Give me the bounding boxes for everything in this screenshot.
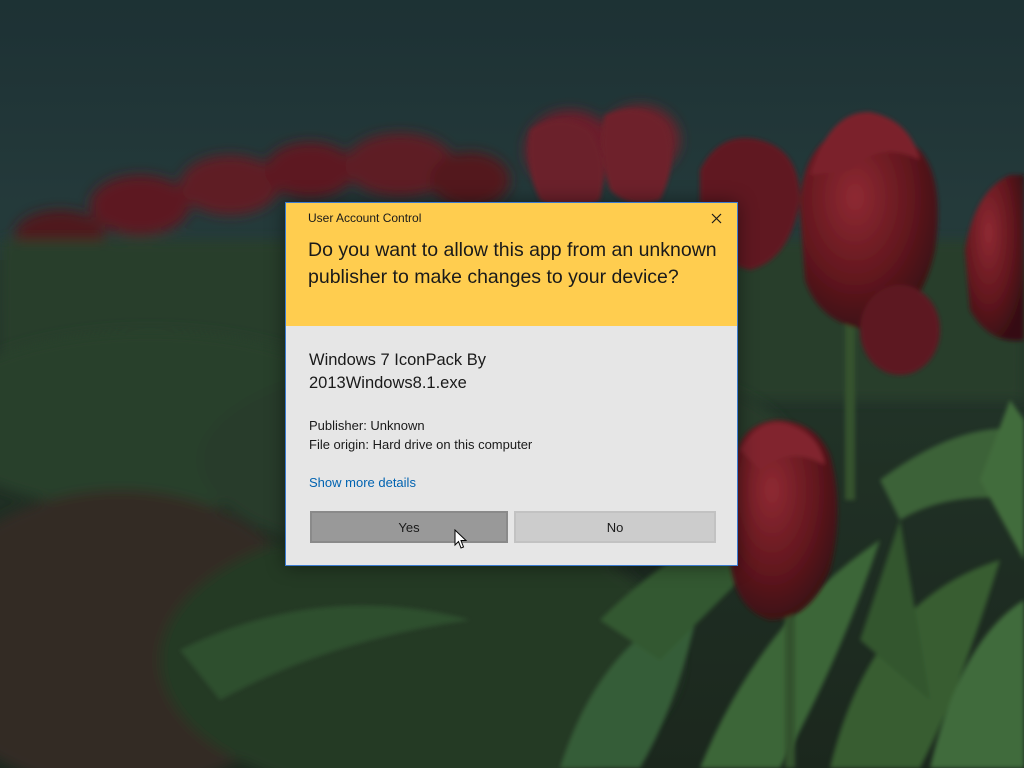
mouse-pointer-icon [454,529,468,549]
show-more-details-link[interactable]: Show more details [309,475,416,490]
yes-button[interactable]: Yes [310,511,508,543]
app-meta: Publisher: Unknown File origin: Hard dri… [309,416,532,454]
dialog-header: User Account Control Do you want to allo… [286,203,737,326]
file-origin-text: File origin: Hard drive on this computer [309,437,533,452]
publisher-text: Publisher: Unknown [309,418,425,433]
app-name: Windows 7 IconPack By 2013Windows8.1.exe [309,351,486,392]
close-icon [711,213,721,223]
close-button[interactable] [701,206,731,230]
uac-question: Do you want to allow this app from an un… [308,239,717,288]
desktop: User Account Control Do you want to allo… [0,0,1024,768]
dialog-caption: User Account Control [308,211,422,225]
uac-dialog: User Account Control Do you want to allo… [285,202,738,566]
no-button[interactable]: No [514,511,716,543]
